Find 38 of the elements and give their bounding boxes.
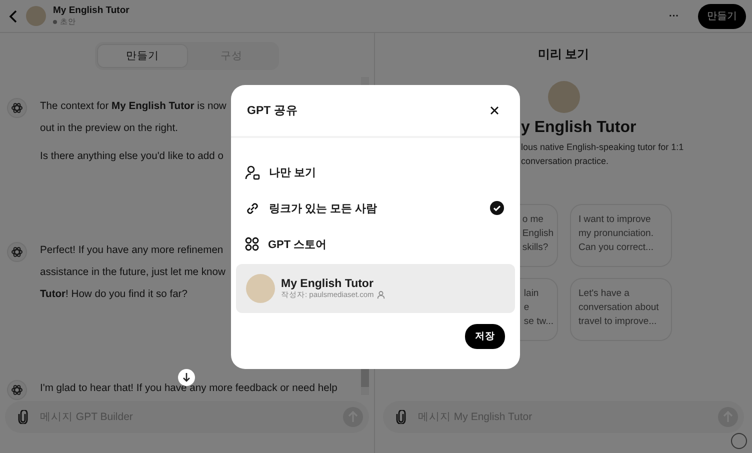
message-text: Perfect! If you have any more refinemen assistance in the future, just let me know Tutor! How do you find it so far? [40,244,226,302]
assistant-logo-icon [7,380,27,400]
option-label: GPT 스토어 [268,238,328,252]
person-icon [376,290,385,298]
create-button[interactable]: 만들기 [698,4,746,28]
starter-card[interactable]: Let's have a conversation about travel to improve... [570,278,672,341]
visibility-option[interactable]: 링크가 있는 모든 사람 [231,190,520,226]
visibility-option[interactable]: GPT 스토어 [231,226,520,262]
message-text: The context for My English Tutor is now out in the preview on the right. [40,100,226,136]
more-menu[interactable]: ··· [669,10,679,22]
gpt-name: My English Tutor [281,278,374,290]
link-icon [245,200,260,216]
gpt-avatar [246,274,275,303]
message-text: I'm glad to hear that! If you have any more feedback or need help [40,382,338,396]
gpt-avatar [26,6,46,26]
preview-heading: 미리 보기 [538,46,590,63]
starter-card[interactable]: I want to improve my pronunciation. Can you correct... [570,204,672,267]
person-lock-icon [245,164,260,180]
status-dot-icon [53,20,57,24]
option-label: 나만 보기 [269,166,318,180]
preview-description: lous native English-speaking tutor for 1:1 conversation practice. [521,141,685,168]
help-circle-icon[interactable] [731,433,747,449]
assistant-logo-icon [7,242,27,262]
assistant-logo-icon [7,98,27,118]
paperclip-icon[interactable] [18,410,28,424]
visibility-option[interactable]: 나만 보기 [231,154,520,190]
option-label: 링크가 있는 모든 사람 [269,202,378,216]
tab[interactable]: 만들기 [98,45,187,67]
preview-title: y English Tutor [521,118,638,138]
save-button[interactable]: 저장 [465,324,505,349]
gpt-title: My English Tutor [53,5,130,16]
dialog-title: GPT 공유 [247,104,298,118]
paperclip-icon[interactable] [396,410,406,424]
grid-icon [245,237,259,251]
back-icon[interactable] [9,10,17,22]
message-text: Is there anything else you'd like to add o [40,150,224,164]
gpt-avatar [548,81,580,113]
close-icon[interactable] [490,106,499,115]
